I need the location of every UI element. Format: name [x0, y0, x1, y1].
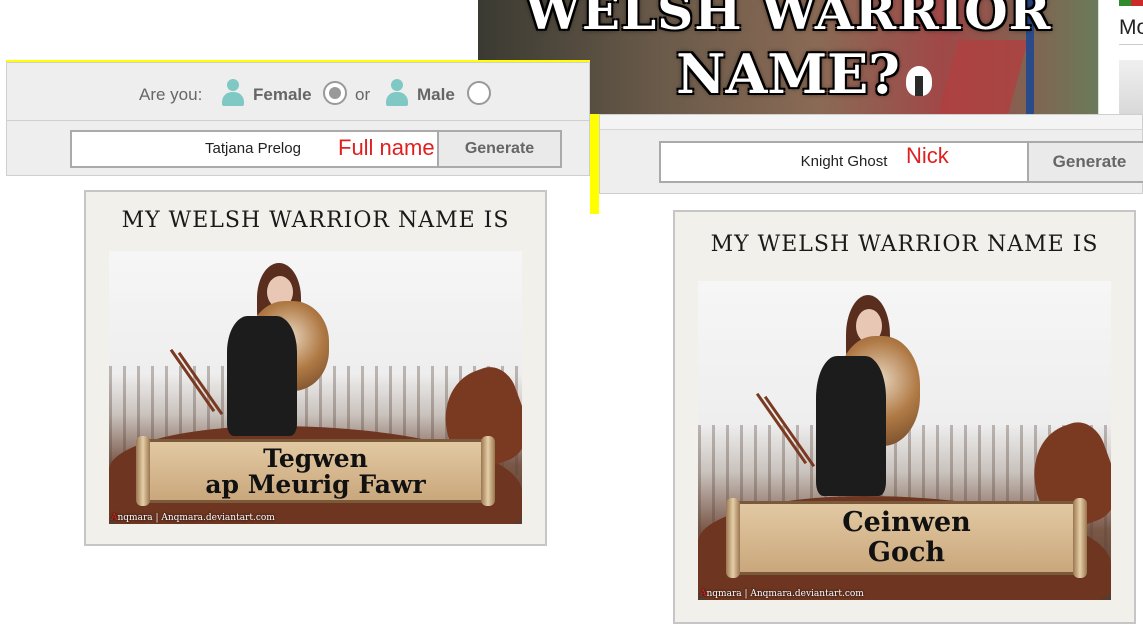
left-result-card: MY WELSH WARRIOR NAME IS Tegwen ap Meuri… [84, 190, 547, 546]
or-label: or [355, 85, 371, 104]
female-label: Female [253, 85, 312, 104]
generate-button-right[interactable]: Generate [1027, 141, 1143, 183]
name-scroll: Tegwen ap Meurig Fawr [136, 436, 495, 506]
side-thumbnail[interactable] [1119, 60, 1143, 115]
male-icon [385, 79, 409, 107]
male-label: Male [417, 85, 455, 104]
warrior-name-line1: Tegwen [263, 444, 368, 473]
name-input-value: Tatjana Prelog [205, 140, 301, 157]
side-strip-text[interactable]: Mo [1119, 16, 1143, 40]
nick-annotation: Nick [906, 143, 949, 168]
helmet-icon [906, 66, 932, 96]
full-name-annotation: Full name [338, 135, 435, 160]
gender-prompt: Are you: [139, 85, 203, 104]
warrior-name-line2: ap Meurig Fawr [205, 470, 426, 499]
nick-input[interactable]: Knight Ghost [659, 141, 1029, 183]
card-title: MY WELSH WARRIOR NAME IS [710, 232, 1099, 257]
warrior-name-line1: Ceinwen [842, 507, 971, 538]
nick-input-value: Knight Ghost [800, 153, 888, 170]
photo-credit: Anqmara | Anqmara.deviantart.com [111, 513, 275, 523]
female-icon [221, 79, 245, 107]
female-radio[interactable] [323, 81, 347, 105]
left-generator-form: Are you: Female or Male Tatjana Prelog G… [6, 62, 590, 176]
right-result-card: MY WELSH WARRIOR NAME IS Ceinwen Goch An… [673, 210, 1136, 624]
generate-button[interactable]: Generate [437, 130, 562, 168]
banner-title-line1: WELSH WARRIOR [524, 0, 1052, 41]
warrior-photo: Tegwen ap Meurig Fawr Anqmara | Anqmara.… [109, 251, 522, 524]
warrior-photo: Ceinwen Goch Anqmara | Anqmara.deviantar… [698, 281, 1111, 600]
name-scroll: Ceinwen Goch [726, 498, 1087, 578]
warrior-name-line2: Goch [867, 537, 946, 568]
photo-credit: Anqmara | Anqmara.deviantart.com [700, 589, 864, 599]
card-title: MY WELSH WARRIOR NAME IS [121, 208, 510, 233]
right-generator-form: Knight Ghost Generate [599, 114, 1143, 194]
highlight-bar-side [590, 114, 599, 214]
male-radio[interactable] [467, 81, 491, 105]
side-strip: Mo [1098, 0, 1143, 115]
